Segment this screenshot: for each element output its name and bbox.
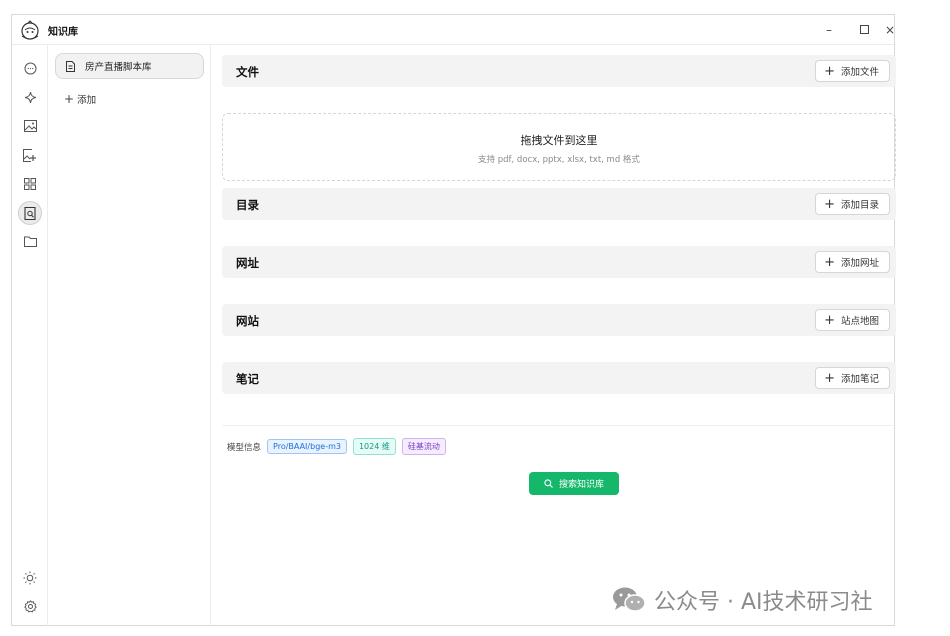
divider <box>222 425 896 426</box>
sitemap-button[interactable]: + 站点地图 <box>815 309 890 331</box>
model-info-label: 模型信息 <box>227 442 262 453</box>
add-url-button[interactable]: + 添加网址 <box>815 251 890 273</box>
image-edit-icon[interactable] <box>20 145 40 165</box>
notes-section-header: 笔记 + 添加笔记 <box>222 362 896 394</box>
search-icon <box>544 479 553 488</box>
app-logo-icon <box>21 20 39 40</box>
files-section-header: 文件 + 添加文件 <box>222 55 896 87</box>
sidebar-item-kb[interactable]: 房产直播脚本库 <box>55 53 204 79</box>
files-title: 文件 <box>236 65 259 79</box>
app-title: 知识库 <box>48 27 78 38</box>
main-content: 文件 + 添加文件 拖拽文件到这里 支持 pdf, docx, pptx, xl… <box>222 45 896 626</box>
maximize-button[interactable] <box>855 21 873 39</box>
sidebar-item-label: 房产直播脚本库 <box>85 62 152 73</box>
plus-icon: + <box>824 196 835 212</box>
watermark-text: 公众号 · AI技术研习社 <box>654 590 873 615</box>
sitemap-label: 站点地图 <box>840 316 879 327</box>
image-icon[interactable] <box>20 116 40 136</box>
settings-gear-icon[interactable] <box>20 596 40 616</box>
model-name-badge: Pro/BAAI/bge-m3 <box>267 439 347 454</box>
knowledge-base-sidebar: 房产直播脚本库 + 添加 <box>48 45 211 626</box>
plus-icon: + <box>824 312 835 328</box>
add-directory-label: 添加目录 <box>840 200 879 211</box>
add-file-label: 添加文件 <box>840 67 879 78</box>
maximize-icon <box>859 25 869 34</box>
search-button-label: 搜索知识库 <box>558 480 604 490</box>
dimensions-badge: 1024 维 <box>352 438 396 455</box>
website-section-header: 网站 + 站点地图 <box>222 304 896 336</box>
sparkle-icon[interactable] <box>20 87 40 107</box>
add-label: 添加 <box>77 95 97 106</box>
add-file-button[interactable]: + 添加文件 <box>815 60 890 82</box>
url-title: 网址 <box>236 256 259 270</box>
top-strip <box>0 0 950 14</box>
folder-icon[interactable] <box>20 231 40 251</box>
add-note-button[interactable]: + 添加笔记 <box>815 367 890 389</box>
website-title: 网站 <box>236 314 259 328</box>
search-knowledge-base-button[interactable]: 搜索知识库 <box>529 472 619 495</box>
close-button[interactable]: × <box>884 21 896 39</box>
url-section-header: 网址 + 添加网址 <box>222 246 896 278</box>
document-icon <box>66 60 75 72</box>
provider-badge: 硅基流动 <box>401 438 446 455</box>
add-knowledge-base-button[interactable]: + 添加 <box>64 92 96 106</box>
plus-icon: + <box>824 370 835 386</box>
notes-title: 笔记 <box>236 372 259 386</box>
app-window: 知识库 – × 房产直播脚本库 + 添加 文件 + 添加文件 拖拽文件到这里 支… <box>11 14 896 626</box>
knowledge-base-icon[interactable] <box>18 201 42 225</box>
directory-section-header: 目录 + 添加目录 <box>222 188 896 220</box>
dropzone-title: 拖拽文件到这里 <box>520 134 598 147</box>
model-info-row: 模型信息 Pro/BAAI/bge-m3 1024 维 硅基流动 <box>227 438 446 455</box>
plus-icon: + <box>824 254 835 270</box>
chat-icon[interactable] <box>20 58 40 78</box>
dropzone-subtitle: 支持 pdf, docx, pptx, xlsx, txt, md 格式 <box>478 155 640 165</box>
file-dropzone[interactable]: 拖拽文件到这里 支持 pdf, docx, pptx, xlsx, txt, m… <box>222 113 896 181</box>
plus-icon: + <box>824 63 835 79</box>
add-url-label: 添加网址 <box>840 258 879 269</box>
icon-rail <box>12 45 48 626</box>
add-note-label: 添加笔记 <box>840 374 879 385</box>
directory-title: 目录 <box>236 198 259 212</box>
minimize-button[interactable]: – <box>820 21 838 39</box>
watermark: 公众号 · AI技术研习社 <box>612 584 873 616</box>
wechat-icon <box>613 587 646 612</box>
theme-sun-icon[interactable] <box>20 568 40 588</box>
add-directory-button[interactable]: + 添加目录 <box>815 193 890 215</box>
plus-icon: + <box>64 92 75 106</box>
apps-grid-icon[interactable] <box>20 174 40 194</box>
title-bar: 知识库 – × <box>12 15 896 45</box>
